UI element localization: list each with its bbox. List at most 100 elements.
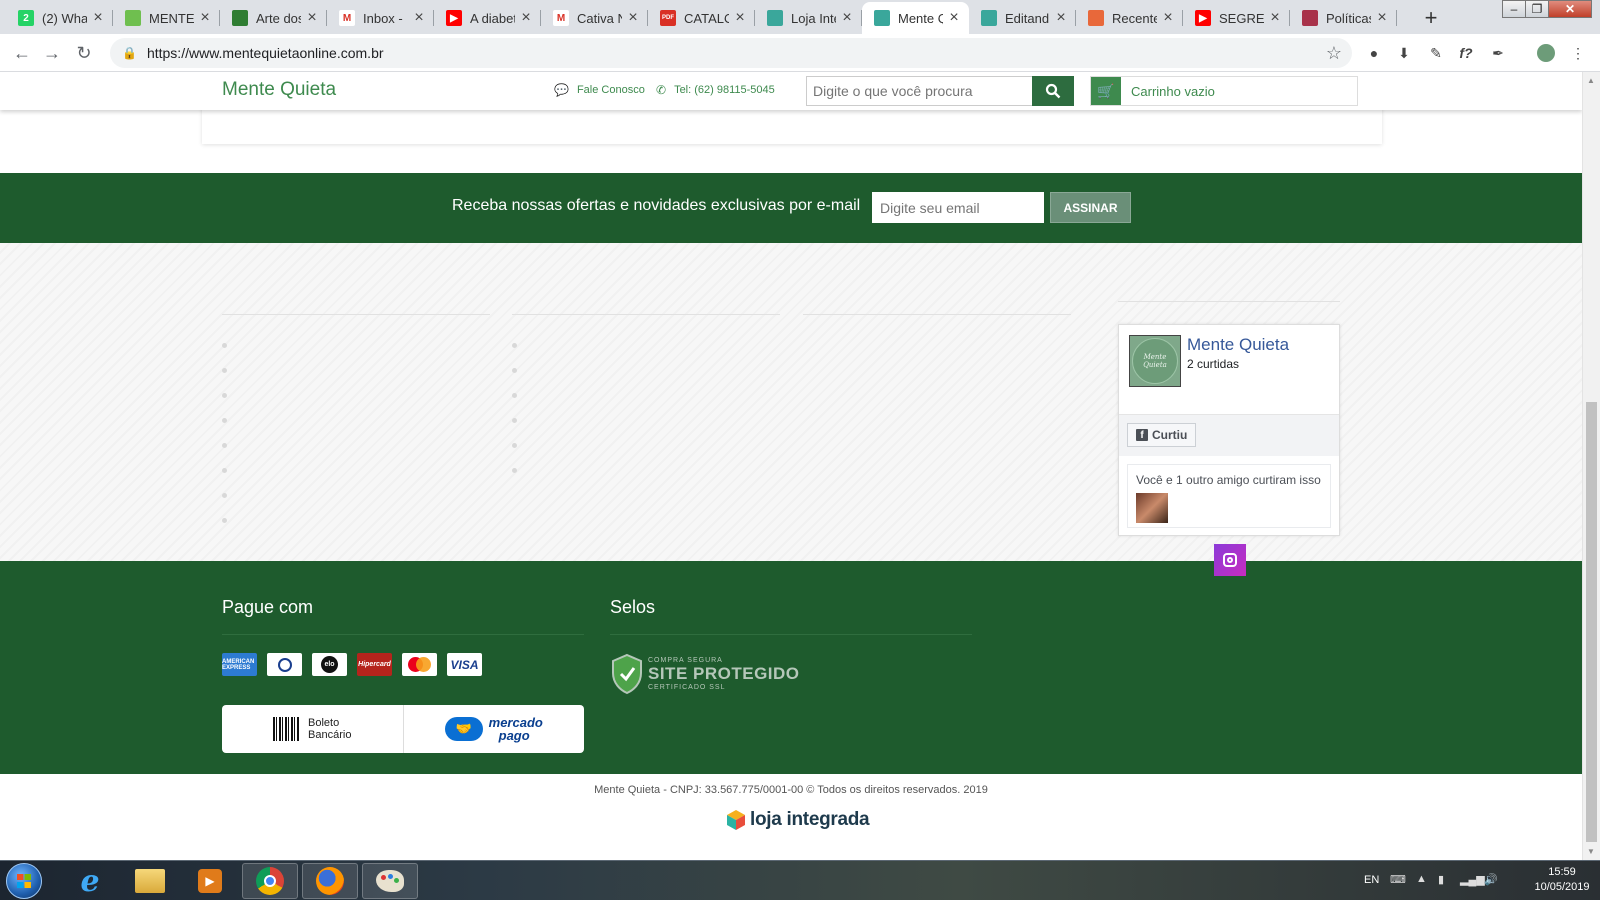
menu-icon[interactable]: ⋮ xyxy=(1568,43,1588,63)
paint-taskbar-icon[interactable] xyxy=(362,863,418,899)
facebook-page-name[interactable]: Mente Quieta xyxy=(1187,335,1289,355)
browser-tab[interactable]: Editand × xyxy=(969,2,1076,34)
list-item[interactable] xyxy=(512,383,527,408)
tab-close-icon[interactable]: × xyxy=(1268,9,1282,27)
profile-avatar[interactable] xyxy=(1536,43,1556,63)
media-player-taskbar-icon[interactable]: ▶ xyxy=(182,863,238,899)
language-indicator[interactable]: EN xyxy=(1364,874,1379,886)
browser-tab[interactable]: M Cativa N × xyxy=(541,2,648,34)
tab-close-icon[interactable]: × xyxy=(198,9,212,27)
site-logo[interactable]: Mente Quieta xyxy=(222,79,336,101)
search-button[interactable] xyxy=(1032,76,1074,106)
bookmark-star-icon[interactable]: ☆ xyxy=(1326,43,1342,64)
tab-close-icon[interactable]: × xyxy=(1161,9,1175,27)
tab-title: A diabet xyxy=(470,10,515,26)
barcode-icon xyxy=(273,717,300,741)
clock[interactable]: 15:59 10/05/2019 xyxy=(1532,865,1592,895)
list-item[interactable] xyxy=(222,433,237,458)
tab-close-icon[interactable]: × xyxy=(305,9,319,27)
list-item[interactable] xyxy=(222,383,237,408)
list-item[interactable] xyxy=(512,433,527,458)
browser-tab[interactable]: ▶ A diabet × xyxy=(434,2,541,34)
browser-tab[interactable]: Arte dos × xyxy=(220,2,327,34)
tab-close-icon[interactable]: × xyxy=(519,9,533,27)
minimize-button[interactable]: – xyxy=(1502,0,1526,18)
volume-icon[interactable]: 🔊 xyxy=(1484,873,1498,886)
facebook-actions-bar: f Curtiu xyxy=(1119,414,1339,456)
newsletter-text: Receba nossas ofertas e novidades exclus… xyxy=(452,197,861,214)
window-controls: – ❐ ✕ xyxy=(1502,0,1592,18)
browser-tab[interactable]: 2 (2) Wha × xyxy=(6,2,113,34)
site-header: Mente Quieta 💬 Fale Conosco ✆ Tel: (62) … xyxy=(0,72,1582,110)
list-item[interactable] xyxy=(512,408,527,433)
list-item[interactable] xyxy=(222,483,237,508)
list-item[interactable] xyxy=(222,458,237,483)
list-item[interactable] xyxy=(512,358,527,383)
phone-icon: ✆ xyxy=(656,83,667,97)
pen-extension-icon[interactable]: ✒ xyxy=(1488,43,1508,63)
forward-button[interactable]: → xyxy=(40,41,64,65)
whatsapp-icon: 2 xyxy=(18,10,34,26)
tab-close-icon[interactable]: × xyxy=(626,9,640,27)
newsletter-email-input[interactable] xyxy=(872,192,1044,223)
maximize-button[interactable]: ❐ xyxy=(1525,0,1549,18)
browser-tab[interactable]: MENTEC× xyxy=(113,2,220,34)
tab-close-icon[interactable]: × xyxy=(412,9,426,27)
tab-title: MENTEC xyxy=(149,10,194,26)
show-hidden-icons[interactable]: ▲ xyxy=(1416,873,1427,885)
chrome-taskbar-icon[interactable] xyxy=(242,863,298,899)
power-icon[interactable]: ▮ xyxy=(1438,873,1444,886)
instagram-button[interactable] xyxy=(1214,544,1246,576)
loja-integrada-icon xyxy=(874,10,890,26)
friend-avatar[interactable] xyxy=(1136,493,1168,523)
back-button[interactable]: ← xyxy=(10,41,34,65)
facebook-like-button[interactable]: f Curtiu xyxy=(1127,423,1197,447)
address-bar[interactable]: 🔒 https://www.mentequietaonline.com.br ☆ xyxy=(110,38,1352,68)
list-item[interactable] xyxy=(222,408,237,433)
window-close-button[interactable]: ✕ xyxy=(1548,0,1592,18)
windows-logo-icon xyxy=(17,874,31,888)
internet-explorer-taskbar-icon[interactable]: e xyxy=(62,863,118,899)
list-item[interactable] xyxy=(222,508,237,533)
page-scrollbar[interactable]: ▲ ▼ xyxy=(1582,72,1600,860)
start-button[interactable] xyxy=(6,863,42,899)
search-input[interactable] xyxy=(806,76,1032,106)
list-item[interactable] xyxy=(512,458,527,483)
browser-tab[interactable]: PDF CATALO× xyxy=(648,2,755,34)
extension-icon[interactable]: ● xyxy=(1364,43,1384,63)
eyedropper-extension-icon[interactable]: ✎ xyxy=(1426,43,1446,63)
keyboard-icon[interactable]: ⌨ xyxy=(1390,873,1406,886)
avatar-logo-text: Mente Quieta xyxy=(1132,338,1178,384)
cart-button[interactable]: 🛒 Carrinho vazio xyxy=(1090,76,1358,106)
file-explorer-taskbar-icon[interactable] xyxy=(122,863,178,899)
payment-footer: Pague com Selos AMERICAN EXPRESS elo Hip… xyxy=(0,561,1582,774)
contact-link[interactable]: 💬 Fale Conosco xyxy=(554,83,645,97)
network-icon[interactable]: ▂▄▆ xyxy=(1460,873,1485,886)
tab-close-icon[interactable]: × xyxy=(1054,9,1068,27)
tab-close-icon[interactable]: × xyxy=(91,9,105,27)
firefox-taskbar-icon[interactable] xyxy=(302,863,358,899)
browser-tab[interactable]: M Inbox - × xyxy=(327,2,434,34)
browser-tab[interactable]: Mente Q × xyxy=(862,2,969,34)
facebook-page-avatar[interactable]: Mente Quieta xyxy=(1129,335,1181,387)
tab-close-icon[interactable]: × xyxy=(840,9,854,27)
new-tab-button[interactable]: + xyxy=(1418,5,1444,31)
loja-integrada-logo[interactable]: loja integrada xyxy=(726,809,870,831)
list-item[interactable] xyxy=(222,358,237,383)
tab-close-icon[interactable]: × xyxy=(733,9,747,27)
browser-tab[interactable]: Recente × xyxy=(1076,2,1183,34)
browser-tab[interactable]: ▶ SEGRED× xyxy=(1183,2,1290,34)
loja-integrada-icon xyxy=(981,10,997,26)
download-extension-icon[interactable]: ⬇ xyxy=(1394,43,1414,63)
list-item[interactable] xyxy=(222,333,237,358)
tab-close-icon[interactable]: × xyxy=(947,9,961,27)
scrollbar-thumb[interactable] xyxy=(1586,402,1597,842)
font-extension-icon[interactable]: f? xyxy=(1456,43,1476,63)
reload-button[interactable]: ↻ xyxy=(72,41,96,65)
browser-tab[interactable]: Loja Inte × xyxy=(755,2,862,34)
newsletter-subscribe-button[interactable]: ASSINAR xyxy=(1050,192,1131,223)
list-item[interactable] xyxy=(512,333,527,358)
browser-tab[interactable]: Políticas × xyxy=(1290,2,1397,34)
tab-close-icon[interactable]: × xyxy=(1375,9,1389,27)
lock-icon: 🔒 xyxy=(122,46,137,60)
